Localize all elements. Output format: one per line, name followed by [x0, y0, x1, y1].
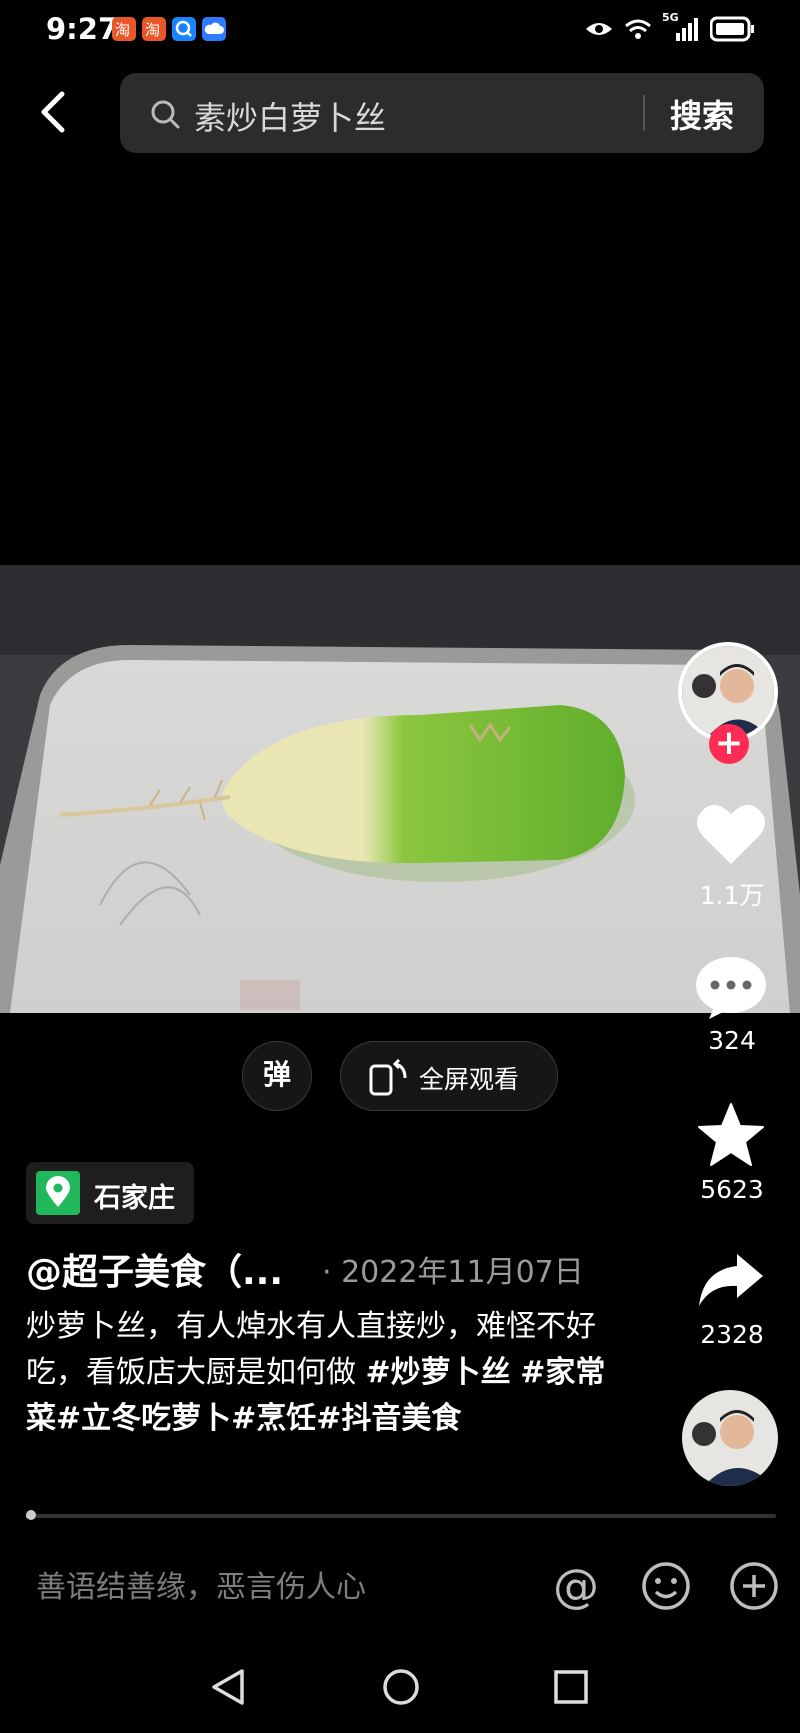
- music-avatar-image: [682, 1390, 778, 1486]
- plus-circle-icon: [730, 1562, 778, 1610]
- square-recents-icon: [554, 1670, 588, 1704]
- emoji-button[interactable]: [640, 1560, 692, 1612]
- smiley-icon: [642, 1562, 690, 1610]
- follow-button[interactable]: +: [709, 724, 749, 764]
- favorite-button[interactable]: [697, 1102, 765, 1172]
- video-player[interactable]: [0, 565, 800, 1013]
- search-bar[interactable]: 素炒白萝卜丝 搜索: [120, 73, 764, 153]
- share-count: 2328: [700, 1320, 764, 1349]
- heart-icon: [697, 804, 765, 864]
- nav-home-button[interactable]: [381, 1667, 421, 1711]
- author-line: @超子美食（... · 2022年11月07日: [26, 1243, 606, 1293]
- at-sign-icon: @: [553, 1559, 599, 1613]
- mention-button[interactable]: @: [552, 1559, 604, 1613]
- star-icon: [698, 1103, 764, 1166]
- wifi-icon: [625, 19, 651, 39]
- status-time: 9:27: [46, 12, 119, 46]
- taobao-app-icon: 淘: [112, 17, 136, 41]
- triangle-back-icon: [212, 1669, 244, 1705]
- circle-home-icon: [383, 1669, 419, 1705]
- status-right-icons: 5G: [584, 11, 756, 44]
- search-app-icon: [172, 17, 196, 41]
- cloud-app-icon: [202, 17, 226, 41]
- music-avatar-disc[interactable]: [682, 1390, 778, 1486]
- status-bar: 9:27 淘 淘 5G: [0, 0, 800, 58]
- add-attachment-button[interactable]: [728, 1560, 780, 1612]
- comment-button[interactable]: [695, 955, 767, 1025]
- progress-thumb[interactable]: [26, 1510, 36, 1520]
- search-input[interactable]: 素炒白萝卜丝: [194, 93, 386, 139]
- favorite-count: 5623: [700, 1175, 764, 1204]
- post-date: · 2022年11月07日: [322, 1255, 584, 1290]
- taobao-app-icon-2: 淘: [142, 17, 166, 41]
- video-progress-bar[interactable]: [26, 1510, 776, 1520]
- share-button[interactable]: [697, 1252, 765, 1312]
- like-button[interactable]: [695, 800, 767, 872]
- hashtag-link[interactable]: #烹饪: [231, 1401, 316, 1436]
- post-caption: 炒萝卜丝，有人焯水有人直接炒，难怪不好吃，看饭店大厨是如何做 #炒萝卜丝 #家常…: [26, 1304, 606, 1442]
- svg-text:淘: 淘: [145, 21, 160, 39]
- search-button[interactable]: 搜索: [670, 91, 734, 137]
- hashtag-link[interactable]: #抖音美食: [316, 1401, 461, 1436]
- search-icon: [151, 100, 180, 129]
- location-label: 石家庄: [94, 1183, 175, 1214]
- rotate-screen-icon: [369, 1058, 407, 1096]
- chevron-left-icon: [41, 91, 65, 133]
- search-divider: [643, 95, 645, 131]
- hashtag-link[interactable]: #立冬吃萝卜: [56, 1401, 231, 1436]
- location-tag[interactable]: 石家庄: [26, 1162, 194, 1224]
- video-frame-radish: [0, 565, 800, 1013]
- svg-text:淘: 淘: [115, 21, 130, 39]
- fullscreen-button[interactable]: 全屏观看: [340, 1041, 558, 1111]
- back-button[interactable]: [36, 88, 76, 136]
- signal-5g-icon: 5G: [662, 11, 700, 41]
- svg-text:@: @: [553, 1560, 599, 1612]
- nav-back-button[interactable]: [210, 1667, 246, 1711]
- comment-bubble-icon: [696, 957, 766, 1019]
- like-count: 1.1万: [699, 881, 765, 910]
- comment-count: 324: [708, 1026, 756, 1055]
- hashtag-link[interactable]: #炒萝卜丝: [366, 1355, 511, 1390]
- eye-icon: [586, 23, 612, 35]
- caption-text: 炒萝卜丝，有人焯水有人直接炒，难怪不好吃，看饭店大厨是如何做: [26, 1309, 596, 1390]
- battery-icon: [710, 16, 754, 42]
- fullscreen-label: 全屏观看: [419, 1065, 520, 1094]
- danmaku-toggle-button[interactable]: 弹: [242, 1041, 312, 1111]
- share-arrow-icon: [699, 1254, 763, 1306]
- comment-input[interactable]: 善语结善缘，恶言伤人心: [36, 1562, 366, 1606]
- author-name[interactable]: @超子美食（...: [26, 1243, 283, 1295]
- nav-recents-button[interactable]: [552, 1667, 590, 1711]
- location-pin-icon: [36, 1171, 80, 1215]
